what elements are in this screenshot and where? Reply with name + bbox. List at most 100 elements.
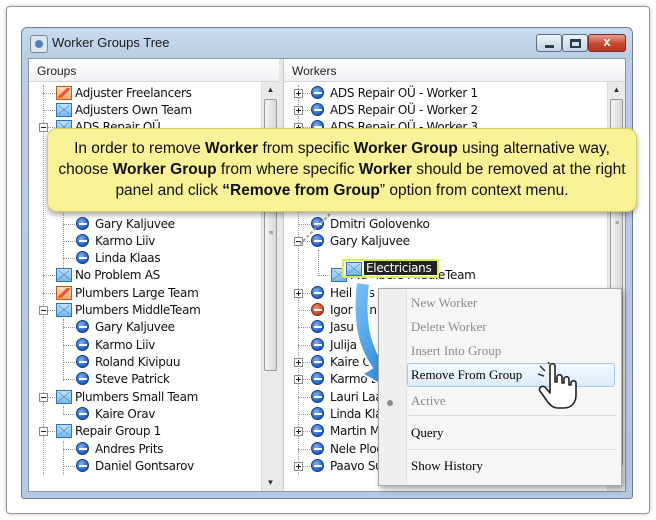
maximize-button[interactable] [562, 34, 588, 52]
menu-item-insert-into-group[interactable]: Insert Into Group [411, 341, 501, 361]
tree-item-label: Kaire Orav [95, 407, 156, 421]
group-icon [346, 262, 362, 276]
tree-connector-line [63, 449, 75, 450]
tree-connector-line [43, 110, 55, 111]
tree-connector-line [298, 449, 310, 450]
callout-text: In order to remove Worker from specific … [58, 140, 626, 199]
tree-item-label: Linda Kla [330, 407, 383, 421]
person-icon [311, 103, 324, 116]
tree-connector-line [298, 345, 310, 346]
person-icon [311, 355, 324, 368]
tree-connector-line [318, 275, 330, 276]
collapse-minus-icon[interactable] [39, 306, 48, 315]
tree-item-label: Andres Prits [95, 442, 164, 456]
tree-item-label: Roland Kivipuu [95, 355, 181, 369]
selected-group-electricians-main[interactable]: Electricians Main [342, 259, 439, 289]
person-icon [311, 286, 324, 299]
person-icon [311, 390, 324, 403]
expand-plus-icon[interactable] [294, 375, 303, 384]
tree-connector-line [63, 224, 75, 225]
collapse-minus-icon[interactable] [39, 123, 48, 132]
close-button[interactable]: x [588, 34, 626, 52]
collapse-minus-icon[interactable] [39, 427, 48, 436]
tree-item-label: Gary Kaljuvee [330, 234, 410, 248]
tree-item-label: Karmo Liiv [95, 234, 156, 248]
person-icon [311, 217, 324, 230]
tree-connector-line [63, 414, 75, 415]
expand-plus-icon[interactable] [294, 106, 303, 115]
menu-item-active[interactable]: Active [411, 391, 446, 411]
expand-plus-icon[interactable] [294, 358, 303, 367]
tree-connector-line [298, 414, 310, 415]
close-icon: x [603, 34, 611, 49]
group-icon [56, 268, 72, 282]
tree-item-label: Adjuster Freelancers [75, 86, 192, 100]
person-icon [76, 355, 89, 368]
tree-connector-line [63, 406, 64, 414]
tree-connector-line [63, 345, 75, 346]
external-group-icon [56, 286, 72, 300]
tree-connector-line [298, 327, 310, 328]
tree-connector-line [43, 93, 55, 94]
menu-icon-gutter [379, 289, 407, 485]
tree-item-label: ADS Repair OÜ - Worker 2 [330, 103, 478, 117]
person-icon [311, 338, 324, 351]
person-icon [311, 459, 324, 472]
groups-column-header[interactable]: Groups [29, 59, 279, 82]
tree-item-label: Plumbers Small Team [75, 390, 199, 404]
window-title: Worker Groups Tree [52, 35, 170, 50]
person-icon [76, 251, 89, 264]
title-bar[interactable]: Worker Groups Tree x [22, 28, 632, 58]
tree-item-label: Gary Kaljuvee [95, 217, 175, 231]
minimize-button[interactable] [536, 34, 562, 52]
tree-connector-line [63, 441, 64, 475]
menu-item-show-history[interactable]: Show History [411, 456, 483, 476]
person-icon [76, 320, 89, 333]
inactive-person-icon [311, 303, 324, 316]
context-menu: New Worker Delete Worker Insert Into Gro… [378, 288, 622, 486]
tree-connector-line [43, 85, 44, 475]
tree-connector-line [43, 293, 55, 294]
collapse-minus-icon[interactable] [294, 237, 303, 246]
person-icon [76, 217, 89, 230]
tree-connector-line [63, 319, 64, 381]
tree-connector-line [63, 466, 75, 467]
tree-connector-line [63, 258, 75, 259]
app-icon [30, 35, 48, 53]
expand-plus-icon[interactable] [294, 427, 303, 436]
tree-item-label: Plumbers MiddleTeam [75, 303, 201, 317]
tree-connector-line [63, 241, 75, 242]
person-icon [76, 459, 89, 472]
workers-column-header[interactable]: Workers [284, 59, 625, 82]
tree-item-label: Kaire O [330, 355, 372, 369]
tree-item-label: Repair Group 1 [75, 424, 162, 438]
tree-item-label: No Problem AS [75, 268, 160, 282]
tree-connector-line [298, 310, 310, 311]
tree-connector-line [318, 250, 319, 276]
tree-item-label: ADS Repair OÜ - Worker 1 [330, 86, 478, 100]
menu-item-remove-from-group[interactable]: Remove From Group [411, 365, 522, 385]
expand-plus-icon[interactable] [294, 89, 303, 98]
menu-item-new-worker[interactable]: New Worker [411, 293, 477, 313]
tree-item-label: Nele Ploo [330, 442, 384, 456]
instruction-callout: In order to remove Worker from specific … [47, 128, 637, 212]
expand-plus-icon[interactable] [294, 289, 303, 298]
scroll-up-arrow-icon[interactable]: ▲ [608, 82, 625, 98]
person-icon [311, 86, 324, 99]
selected-group-label: Electricians Main [364, 261, 437, 289]
person-icon [311, 407, 324, 420]
person-icon [76, 442, 89, 455]
scroll-up-arrow-icon[interactable]: ▲ [262, 82, 279, 98]
tree-item-label: Plumbers Large Team [75, 286, 199, 300]
person-icon [311, 320, 324, 333]
menu-item-delete-worker[interactable]: Delete Worker [411, 317, 487, 337]
tree-item-label: Jasu [330, 320, 354, 334]
menu-item-query[interactable]: Query [411, 423, 444, 443]
collapse-minus-icon[interactable] [39, 393, 48, 402]
tree-connector-line [63, 362, 75, 363]
tree-item-label: Julija [330, 338, 357, 352]
expand-plus-icon[interactable] [294, 462, 303, 471]
hand-cursor-icon [537, 362, 577, 409]
scroll-down-arrow-icon[interactable]: ▼ [262, 475, 279, 491]
person-icon [76, 372, 89, 385]
